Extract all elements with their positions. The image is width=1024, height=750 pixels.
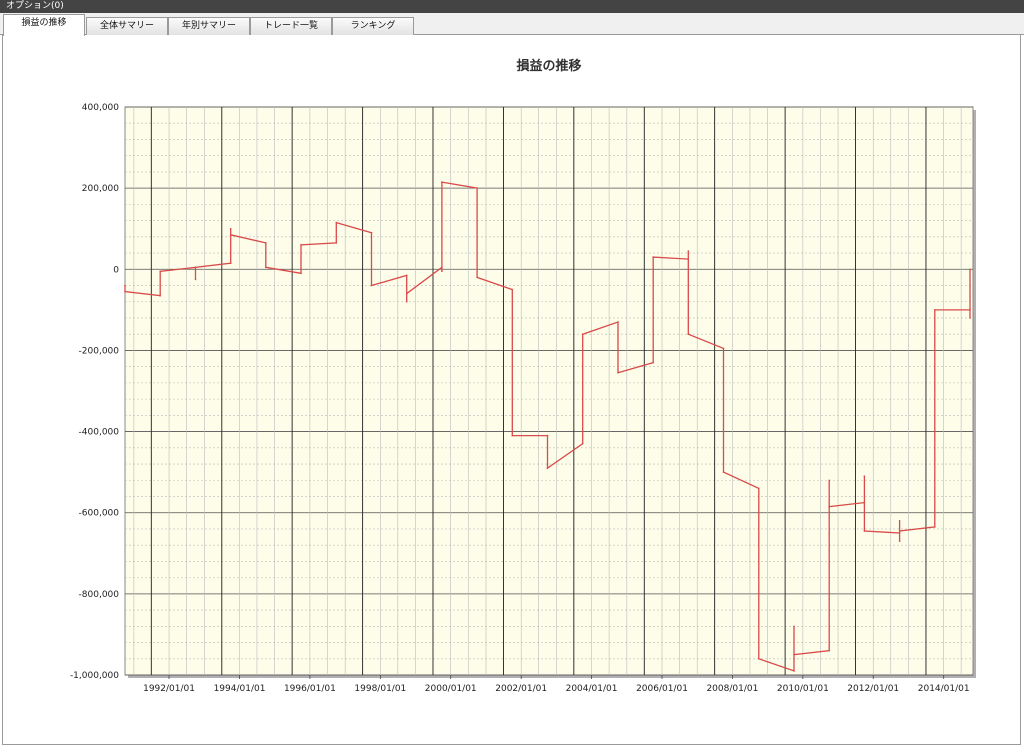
y-tick-label: -1,000,000 <box>70 671 119 681</box>
data-point <box>335 242 338 244</box>
data-point <box>546 467 549 469</box>
data-point <box>511 288 514 291</box>
data-point <box>300 272 302 275</box>
plot-area <box>124 106 974 676</box>
data-point <box>687 250 690 252</box>
data-point <box>441 181 443 183</box>
tab-pnl-trend[interactable]: 損益の推移 <box>3 14 85 36</box>
x-tick-label: 2014/01/01 <box>918 684 970 694</box>
data-point <box>370 232 373 234</box>
x-tick-label: 1992/01/01 <box>143 684 195 694</box>
data-point <box>124 290 126 293</box>
data-point <box>617 371 619 374</box>
y-tick-label: -600,000 <box>79 509 120 519</box>
x-tick-label: 2012/01/01 <box>847 684 899 694</box>
tab-yearly-summary[interactable]: 年別サマリー <box>168 17 250 35</box>
y-tick-label: 400,000 <box>82 103 119 113</box>
data-point <box>335 221 338 224</box>
pnl-chart: 損益の推移 400,000 200,000 0 -200,000 -400,000 -600… <box>70 58 976 694</box>
chart-panel: 損益の推移 400,000 200,000 0 -200,000 -400,000 -600… <box>2 35 1021 745</box>
data-point <box>405 274 408 277</box>
data-point <box>511 434 514 437</box>
y-tick-label: -400,000 <box>79 428 120 438</box>
data-point <box>969 309 971 311</box>
data-point <box>265 242 267 244</box>
options-menu[interactable]: オプション(0) <box>0 0 1024 13</box>
data-point <box>793 625 795 628</box>
data-point <box>229 262 232 264</box>
x-tick-label: 2002/01/01 <box>495 684 547 694</box>
data-point <box>300 244 302 246</box>
data-point <box>617 321 619 323</box>
data-point <box>793 670 795 672</box>
tab-overall-summary[interactable]: 全体サマリー <box>86 17 168 35</box>
data-point <box>687 258 690 260</box>
x-tick-label: 1998/01/01 <box>354 684 406 694</box>
data-point <box>229 234 232 236</box>
data-point <box>969 317 971 319</box>
data-point <box>934 309 936 311</box>
x-tick-label: 2010/01/01 <box>777 684 829 694</box>
x-tick-label: 1994/01/01 <box>214 684 266 694</box>
data-point <box>828 649 830 652</box>
data-point <box>898 532 901 534</box>
data-point <box>898 540 901 542</box>
data-point <box>722 347 725 350</box>
tab-ranking[interactable]: ランキング <box>332 17 414 35</box>
x-tick-label: 2004/01/01 <box>566 684 618 694</box>
data-point <box>441 266 443 269</box>
x-tick-label: 1996/01/01 <box>284 684 336 694</box>
data-point <box>546 434 549 437</box>
data-point <box>265 266 267 269</box>
data-point <box>652 256 654 258</box>
data-point <box>405 300 408 303</box>
y-tick-label: -800,000 <box>79 590 120 600</box>
data-point <box>828 505 830 508</box>
data-point <box>863 475 866 478</box>
data-point <box>194 278 197 281</box>
data-point <box>441 270 443 273</box>
data-point <box>370 284 373 287</box>
data-point <box>898 530 901 532</box>
data-point <box>229 227 232 230</box>
x-tick-label: 2000/01/01 <box>425 684 477 694</box>
data-point <box>722 471 725 473</box>
data-point <box>828 479 830 482</box>
data-point <box>652 361 654 364</box>
data-point <box>934 526 936 528</box>
data-point <box>863 530 866 532</box>
data-point <box>159 270 161 273</box>
data-point <box>194 266 197 269</box>
data-point <box>863 501 866 504</box>
data-point <box>124 284 126 287</box>
data-point <box>476 187 478 189</box>
tab-trade-list[interactable]: トレード一覧 <box>250 17 332 35</box>
data-point <box>969 268 971 271</box>
data-point <box>476 276 478 279</box>
data-point <box>159 294 161 297</box>
x-tick-label: 2008/01/01 <box>706 684 758 694</box>
data-point <box>581 442 584 445</box>
y-tick-label: -200,000 <box>79 346 120 356</box>
data-point <box>898 520 901 522</box>
data-point <box>758 487 760 490</box>
chart-title: 損益の推移 <box>516 58 581 74</box>
data-point <box>793 653 795 656</box>
data-point <box>405 292 408 295</box>
y-tick-label: 0 <box>113 265 119 275</box>
data-point <box>758 658 760 660</box>
y-tick-label: 200,000 <box>82 184 119 194</box>
x-tick-label: 2006/01/01 <box>636 684 688 694</box>
data-point <box>581 333 584 336</box>
data-point <box>687 333 690 336</box>
tab-bar: 損益の推移 全体サマリー 年別サマリー トレード一覧 ランキング <box>0 13 1024 36</box>
